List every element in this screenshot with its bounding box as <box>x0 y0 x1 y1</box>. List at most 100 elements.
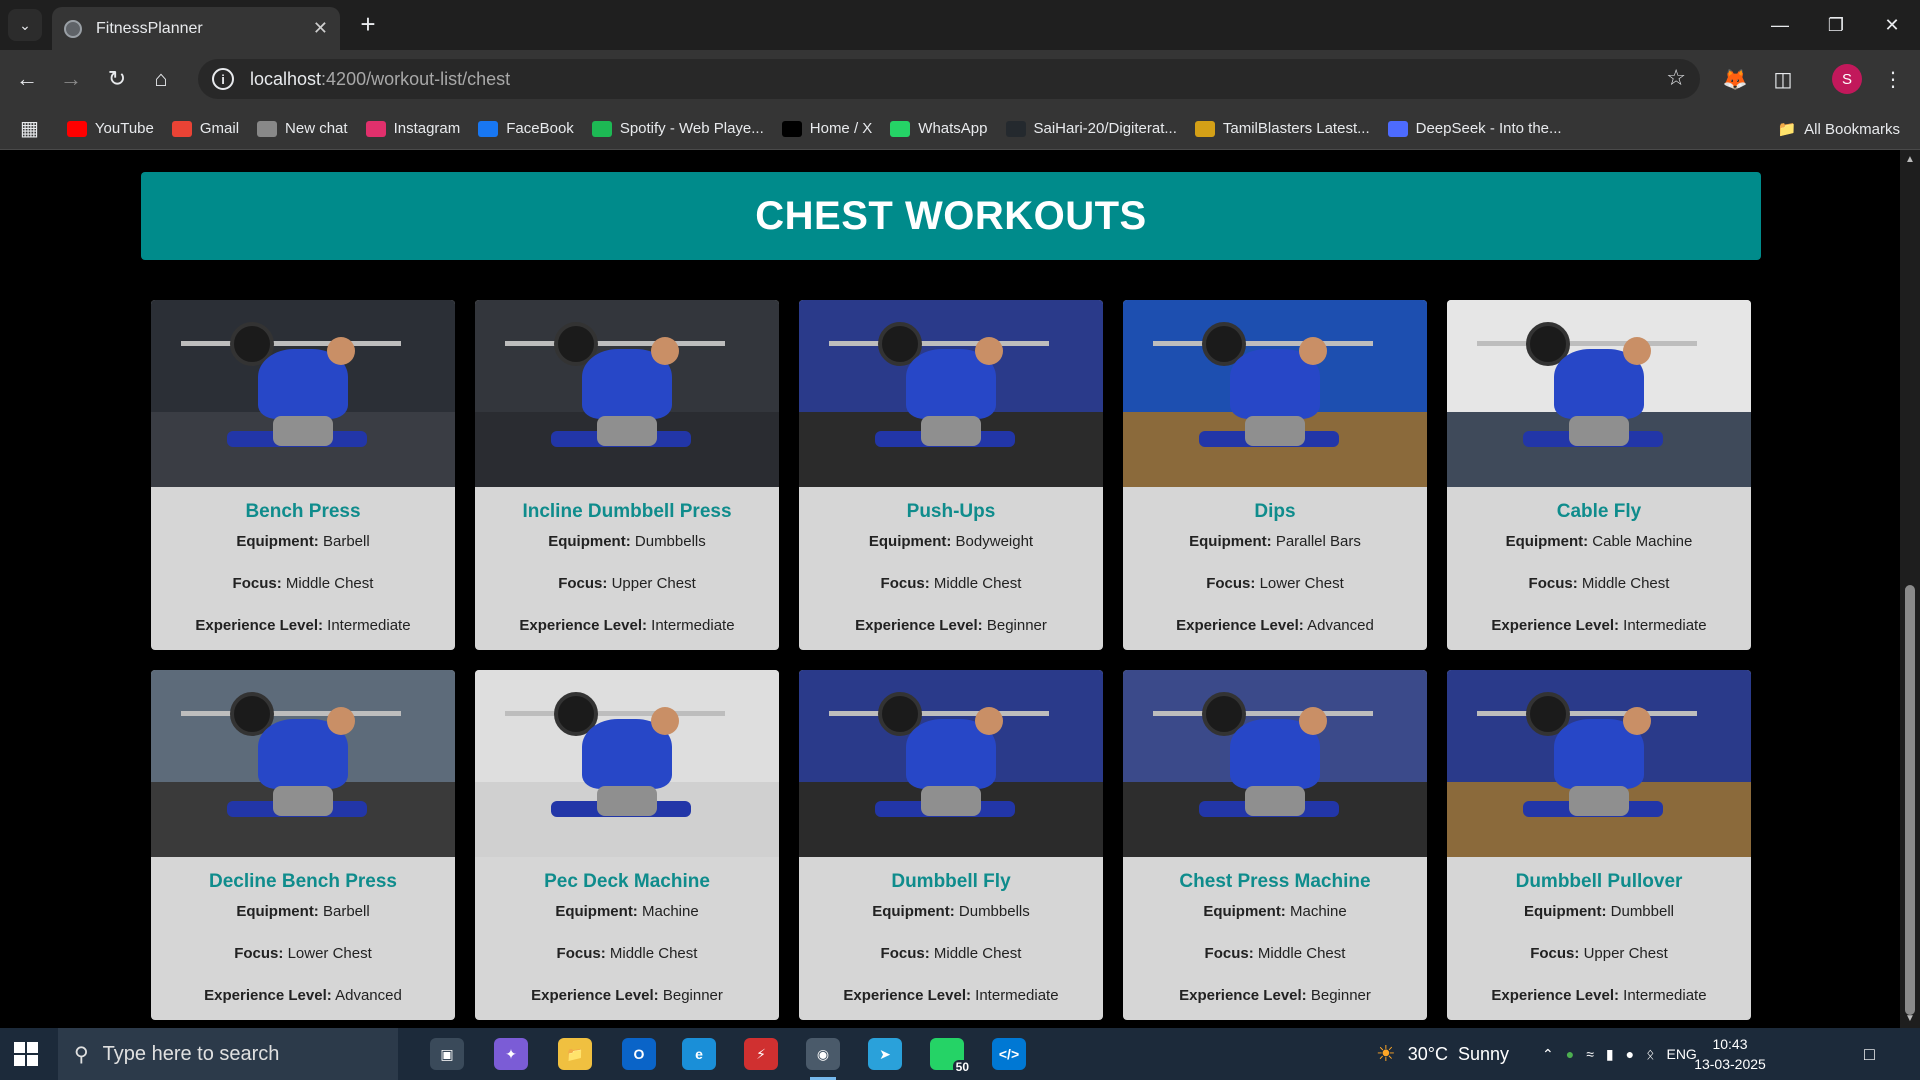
back-button[interactable]: ← <box>12 64 42 94</box>
bookmark-item[interactable]: TamilBlasters Latest... <box>1194 120 1370 137</box>
workout-card[interactable]: Decline Bench Press Equipment: Barbell F… <box>151 670 455 1020</box>
apps-grid-icon[interactable]: ▦ <box>20 116 39 141</box>
taskbar-clock[interactable]: 10:43 13-03-2025 <box>1680 1034 1780 1074</box>
focus-label: Focus: <box>1204 945 1254 962</box>
workout-equipment: Equipment: Cable Machine <box>1447 533 1751 575</box>
windows-start-button[interactable] <box>14 1042 38 1066</box>
level-value: Beginner <box>1310 987 1371 1004</box>
bookmark-item[interactable]: DeepSeek - Into the... <box>1387 120 1562 137</box>
workout-card[interactable]: Dumbbell Pullover Equipment: Dumbbell Fo… <box>1447 670 1751 1020</box>
focus-label: Focus: <box>234 945 284 962</box>
workout-card[interactable]: Push-Ups Equipment: Bodyweight Focus: Mi… <box>799 300 1103 650</box>
task-view-icon[interactable]: ▣ <box>430 1038 464 1070</box>
workout-focus: Focus: Upper Chest <box>475 575 779 617</box>
focus-value: Upper Chest <box>611 575 696 592</box>
workout-photo <box>151 300 455 487</box>
chevron-up-icon[interactable]: ⌃ <box>1542 1046 1554 1063</box>
workout-card[interactable]: Bench Press Equipment: Barbell Focus: Mi… <box>151 300 455 650</box>
focus-label: Focus: <box>556 945 606 962</box>
home-button[interactable]: ⌂ <box>146 64 176 94</box>
scrollbar-thumb[interactable] <box>1905 585 1915 1015</box>
workout-name: Dumbbell Fly <box>891 871 1011 892</box>
close-tab-icon[interactable]: ✕ <box>313 18 328 39</box>
focus-value: Middle Chest <box>285 575 374 592</box>
equipment-value: Barbell <box>322 903 370 920</box>
workout-focus: Focus: Lower Chest <box>151 945 455 987</box>
new-tab-button[interactable]: + <box>354 11 382 39</box>
forward-button[interactable]: → <box>56 64 86 94</box>
page-scrollbar[interactable]: ▲ ▼ <box>1900 150 1920 1028</box>
restore-button[interactable]: ❐ <box>1808 0 1864 50</box>
workout-equipment: Equipment: Barbell <box>151 903 455 945</box>
scroll-up-icon[interactable]: ▲ <box>1904 154 1916 165</box>
workout-card[interactable]: Dips Equipment: Parallel Bars Focus: Low… <box>1123 300 1427 650</box>
minimize-button[interactable]: — <box>1752 0 1808 50</box>
focus-value: Middle Chest <box>609 945 698 962</box>
metamask-extension-icon[interactable]: 🦊 <box>1720 64 1750 94</box>
battery-icon[interactable]: ▮ <box>1606 1046 1614 1063</box>
address-bar[interactable]: i localhost:4200/workout-list/chest ☆ <box>198 59 1700 99</box>
equipment-value: Parallel Bars <box>1275 533 1361 550</box>
equipment-label: Equipment: <box>1505 533 1589 550</box>
vscode-icon[interactable]: </> <box>992 1038 1026 1070</box>
bookmark-item[interactable]: Gmail <box>171 120 239 137</box>
bookmark-item[interactable]: FaceBook <box>478 120 574 137</box>
page-title: CHEST WORKOUTS <box>755 193 1147 238</box>
workout-card[interactable]: Pec Deck Machine Equipment: Machine Focu… <box>475 670 779 1020</box>
bookmark-item[interactable]: New chat <box>257 120 348 137</box>
workout-card[interactable]: Dumbbell Fly Equipment: Dumbbells Focus:… <box>799 670 1103 1020</box>
workout-equipment: Equipment: Machine <box>1123 903 1427 945</box>
workout-focus: Focus: Upper Chest <box>1447 945 1751 987</box>
chatgpt-icon <box>257 120 278 137</box>
outlook-icon[interactable]: O <box>622 1038 656 1070</box>
app-icon[interactable]: ⚡ <box>744 1038 778 1070</box>
tamilblasters-icon <box>1194 120 1215 137</box>
notifications-icon[interactable]: □ <box>1864 1028 1875 1080</box>
bookmark-item[interactable]: Spotify - Web Playe... <box>591 120 764 137</box>
edge-icon[interactable]: e <box>682 1038 716 1070</box>
workout-card[interactable]: Cable Fly Equipment: Cable Machine Focus… <box>1447 300 1751 650</box>
file-explorer-icon[interactable]: 📁 <box>558 1038 592 1070</box>
github-icon <box>1005 120 1026 137</box>
weather-widget[interactable]: ☀ 30°C Sunny <box>1376 1028 1509 1080</box>
taskbar-search-box[interactable]: ⚲ Type here to search <box>58 1028 398 1080</box>
browser-tab[interactable]: FitnessPlanner ✕ <box>52 7 340 50</box>
gmail-icon <box>171 120 192 137</box>
browser-menu-icon[interactable]: ⋮ <box>1878 64 1908 94</box>
telegram-icon[interactable]: ➤ <box>868 1038 902 1070</box>
network-status-icon[interactable]: ● <box>1566 1046 1574 1062</box>
weather-sun-icon: ☀ <box>1376 1041 1396 1066</box>
extensions-puzzle-icon[interactable]: ◫ <box>1768 64 1798 94</box>
level-value: Advanced <box>1307 617 1374 634</box>
bookmark-item[interactable]: Instagram <box>365 120 460 137</box>
wifi-icon[interactable]: ≈ <box>1586 1046 1594 1062</box>
scroll-down-icon[interactable]: ▼ <box>1904 1013 1916 1024</box>
reload-button[interactable]: ↻ <box>102 64 132 94</box>
equipment-value: Machine <box>641 903 699 920</box>
whatsapp-taskbar-icon[interactable]: 50 <box>930 1038 972 1074</box>
workout-photo <box>151 670 455 857</box>
microphone-icon[interactable]: ● <box>1626 1046 1634 1062</box>
copilot-icon[interactable]: ✦ <box>494 1038 528 1070</box>
bluetooth-icon[interactable]: ᛟ <box>1646 1046 1654 1062</box>
bookmark-item[interactable]: YouTube <box>66 120 154 137</box>
focus-value: Middle Chest <box>1257 945 1346 962</box>
bookmark-item[interactable]: WhatsApp <box>890 120 988 137</box>
browser-tab-bar: ⌄ FitnessPlanner ✕ + — ❐ ✕ <box>0 0 1920 50</box>
chrome-icon[interactable]: ◉ <box>806 1038 840 1080</box>
tab-search-button[interactable]: ⌄ <box>8 9 42 41</box>
profile-avatar[interactable]: S <box>1832 64 1862 94</box>
level-label: Experience Level: <box>1491 987 1619 1004</box>
workout-card[interactable]: Incline Dumbbell Press Equipment: Dumbbe… <box>475 300 779 650</box>
site-info-icon[interactable]: i <box>212 68 234 90</box>
bookmark-label: TamilBlasters Latest... <box>1222 120 1370 137</box>
bookmark-item[interactable]: SaiHari-20/Digiterat... <box>1005 120 1177 137</box>
bookmark-item[interactable]: Home / X <box>781 120 872 137</box>
equipment-value: Bodyweight <box>955 533 1034 550</box>
bookmark-star-icon[interactable]: ☆ <box>1666 65 1686 91</box>
workout-name: Incline Dumbbell Press <box>522 501 732 522</box>
workout-card[interactable]: Chest Press Machine Equipment: Machine F… <box>1123 670 1427 1020</box>
all-bookmarks-button[interactable]: 📁 All Bookmarks <box>1777 108 1900 150</box>
all-bookmarks-label: All Bookmarks <box>1804 120 1900 138</box>
close-window-button[interactable]: ✕ <box>1864 0 1920 50</box>
